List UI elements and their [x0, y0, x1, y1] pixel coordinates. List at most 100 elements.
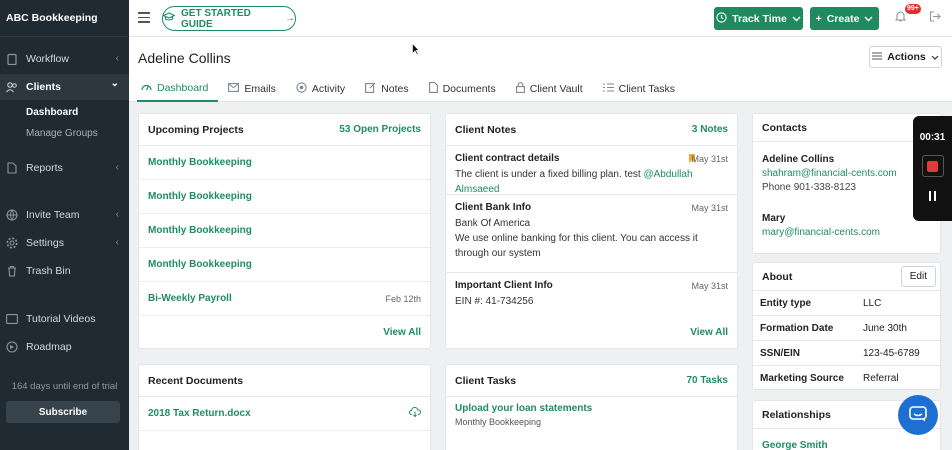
- clipboard-icon: [6, 53, 18, 65]
- lock-icon: [515, 82, 525, 96]
- pause-icon: [934, 191, 936, 201]
- sidebar: ABC Bookkeeping Workflow ‹ Clients ⌄ Das…: [0, 0, 129, 450]
- client-notes-card: Client Notes 3 Notes Client contract det…: [445, 113, 738, 349]
- sidebar-sub-manage-groups[interactable]: Manage Groups: [26, 128, 98, 139]
- actions-label: Actions: [887, 51, 926, 63]
- track-time-button[interactable]: Track Time: [714, 7, 803, 30]
- sidebar-item-reports[interactable]: Reports ‹: [0, 155, 129, 181]
- note-item[interactable]: Important Client Info May 31st EIN #: 41…: [446, 273, 737, 313]
- document-name[interactable]: 2018 Tax Return.docx: [148, 408, 251, 419]
- sidebar-item-invite-team[interactable]: Invite Team ‹: [0, 202, 129, 228]
- actions-button[interactable]: Actions: [869, 46, 942, 68]
- note-item[interactable]: Client contract details May 31st The cli…: [446, 146, 737, 195]
- document-row[interactable]: 2018 Tax Return.docx: [139, 397, 430, 431]
- file-icon: [428, 82, 438, 96]
- note-body: We use online banking for this client. Y…: [455, 233, 698, 259]
- contact-email-link[interactable]: mary@financial-cents.com: [762, 227, 931, 238]
- contact-name: Mary: [762, 213, 786, 224]
- task-row[interactable]: Upload your loan statements Monthly Book…: [446, 397, 737, 433]
- stop-recording-button[interactable]: [921, 155, 944, 177]
- about-row: SSN/EIN 123-45-6789: [753, 341, 940, 366]
- chevron-left-icon: ‹: [115, 53, 119, 64]
- note-date: May 31st: [691, 203, 728, 213]
- project-row[interactable]: Monthly Bookkeeping: [139, 214, 430, 248]
- project-row[interactable]: Bi-Weekly Payroll Feb 12th: [139, 282, 430, 316]
- sidebar-item-label: Roadmap: [26, 341, 72, 353]
- task-name[interactable]: Upload your loan statements: [455, 403, 728, 414]
- client-tabs: Dashboard Emails Activity Notes Document…: [137, 76, 691, 102]
- chat-icon: [909, 405, 927, 425]
- bell-icon[interactable]: [894, 10, 907, 25]
- create-button[interactable]: + Create: [810, 7, 879, 30]
- view-all-notes-link[interactable]: View All: [690, 327, 728, 338]
- sidebar-item-workflow[interactable]: Workflow ‹: [0, 46, 129, 72]
- project-date: Feb 12th: [385, 293, 421, 304]
- edit-about-button[interactable]: Edit: [900, 266, 936, 287]
- trial-notice: 164 days until end of trial: [11, 381, 118, 392]
- map-icon: [6, 341, 18, 353]
- note-body: The client is under a fixed billing plan…: [455, 167, 728, 197]
- sidebar-item-label: Tutorial Videos: [26, 313, 96, 325]
- project-name[interactable]: Monthly Bookkeeping: [148, 259, 252, 270]
- view-all-projects-link[interactable]: View All: [383, 327, 421, 338]
- card-header: Client Notes 3 Notes: [446, 114, 737, 146]
- tab-documents[interactable]: Documents: [425, 76, 506, 102]
- notes-count-link[interactable]: 3 Notes: [692, 124, 728, 135]
- chat-launcher-button[interactable]: [898, 395, 938, 435]
- sidebar-item-label: Settings: [26, 237, 64, 249]
- sidebar-item-trash-bin[interactable]: Trash Bin: [0, 258, 129, 284]
- tab-label: Dashboard: [157, 82, 209, 94]
- note-text: The client is under a fixed billing plan…: [455, 169, 644, 180]
- contact-item[interactable]: Adeline Collins shahram@financial-cents.…: [753, 154, 940, 193]
- chevron-down-icon: [864, 13, 873, 25]
- brand-name[interactable]: ABC Bookkeeping: [0, 0, 129, 37]
- card-header: Upcoming Projects 53 Open Projects: [139, 114, 430, 146]
- recording-timer: 00:31: [919, 132, 946, 143]
- note-title: Client contract details: [455, 153, 560, 164]
- tab-client-tasks[interactable]: Client Tasks: [599, 76, 685, 102]
- tab-activity[interactable]: Activity: [292, 76, 355, 102]
- chevron-down-icon: ⌄: [110, 78, 119, 89]
- tab-label: Emails: [244, 83, 276, 95]
- project-name[interactable]: Monthly Bookkeeping: [148, 225, 252, 236]
- about-value: June 30th: [863, 322, 907, 334]
- sidebar-sub-dashboard[interactable]: Dashboard: [26, 107, 78, 118]
- get-started-guide-button[interactable]: GET STARTED GUIDE →: [162, 6, 296, 31]
- contact-item[interactable]: Mary mary@financial-cents.com: [753, 213, 940, 238]
- pause-icon: [929, 191, 931, 201]
- contact-email-link[interactable]: shahram@financial-cents.com: [762, 168, 931, 179]
- gear-icon: [6, 237, 18, 249]
- sidebar-item-settings[interactable]: Settings ‹: [0, 230, 129, 256]
- tab-emails[interactable]: Emails: [224, 76, 286, 102]
- menu-icon[interactable]: [138, 12, 150, 23]
- tab-client-vault[interactable]: Client Vault: [512, 76, 593, 102]
- document-icon: [6, 162, 18, 174]
- project-row[interactable]: Monthly Bookkeeping: [139, 180, 430, 214]
- card-title: Relationships: [762, 408, 831, 421]
- open-projects-link[interactable]: 53 Open Projects: [339, 124, 421, 135]
- pause-recording-button[interactable]: [927, 191, 939, 203]
- project-name[interactable]: Monthly Bookkeeping: [148, 157, 252, 168]
- cloud-download-icon[interactable]: [409, 406, 421, 420]
- note-title: Client Bank Info: [455, 202, 532, 213]
- subscribe-button[interactable]: Subscribe: [6, 401, 120, 423]
- tab-notes[interactable]: Notes: [361, 76, 418, 102]
- project-name[interactable]: Bi-Weekly Payroll: [148, 293, 232, 304]
- sidebar-item-roadmap[interactable]: Roadmap: [0, 334, 129, 360]
- screen-recorder-widget: 00:31: [913, 116, 952, 221]
- tab-dashboard[interactable]: Dashboard: [137, 76, 219, 102]
- note-item[interactable]: Client Bank Info May 31st Bank Of Americ…: [446, 195, 737, 273]
- sidebar-item-clients[interactable]: Clients ⌄: [0, 74, 129, 100]
- sidebar-item-tutorial-videos[interactable]: Tutorial Videos: [0, 306, 129, 332]
- tasks-count-link[interactable]: 70 Tasks: [686, 375, 728, 386]
- logout-icon[interactable]: [929, 10, 941, 25]
- card-header: Client Tasks 70 Tasks: [446, 365, 737, 397]
- arrow-right-icon: →: [285, 13, 295, 24]
- chevron-down-icon: [931, 51, 939, 63]
- project-name[interactable]: Monthly Bookkeeping: [148, 191, 252, 202]
- sidebar-item-label: Reports: [26, 162, 63, 174]
- sidebar-item-label: Clients: [26, 81, 62, 93]
- chevron-left-icon: ‹: [115, 209, 119, 220]
- project-row[interactable]: Monthly Bookkeeping: [139, 248, 430, 282]
- project-row[interactable]: Monthly Bookkeeping: [139, 146, 430, 180]
